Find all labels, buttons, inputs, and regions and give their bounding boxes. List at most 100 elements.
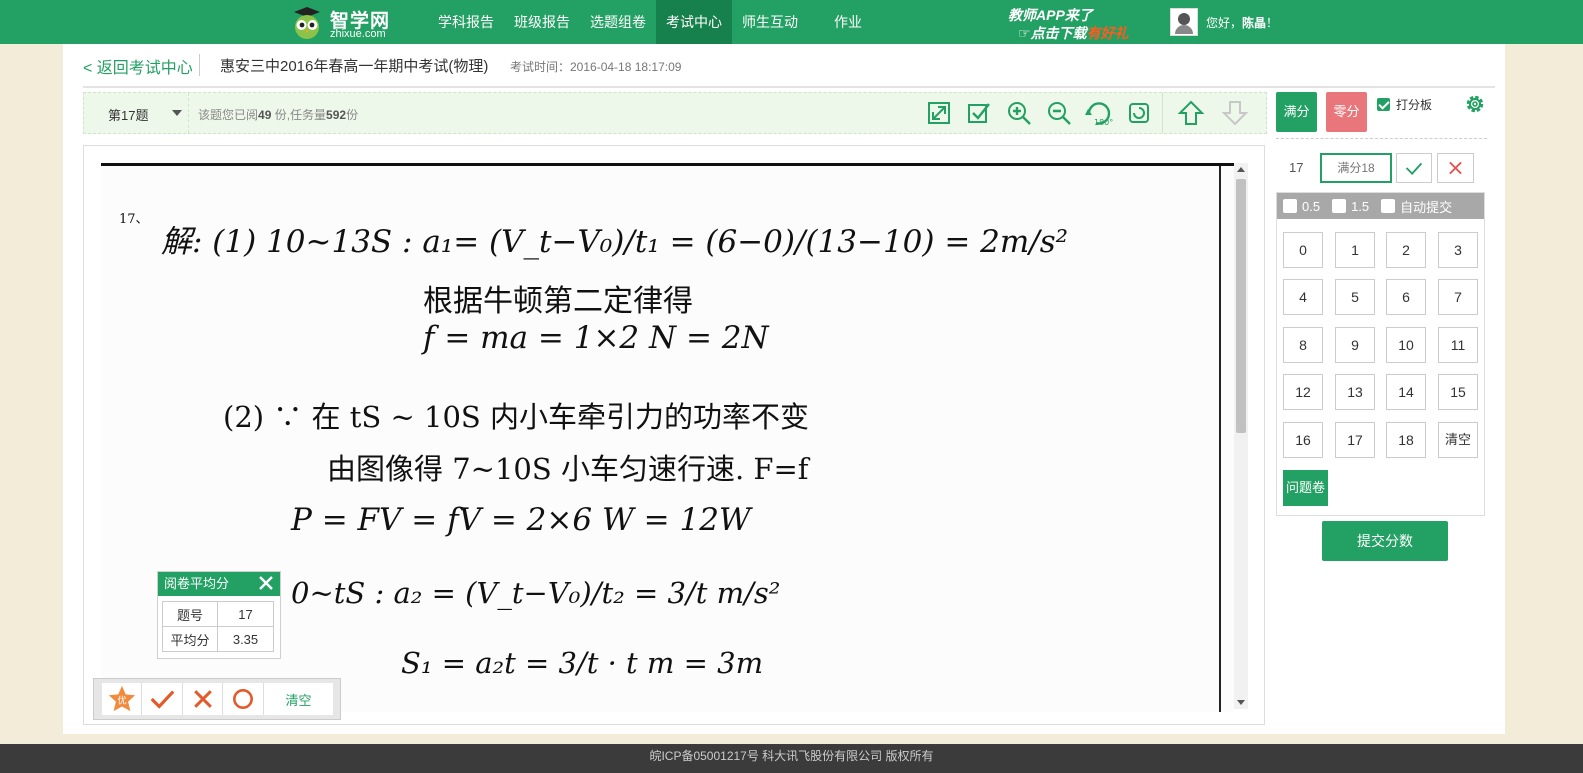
answer-line-5: 由图像得 7~10S 小车匀速行速. F=f [327, 452, 809, 486]
svg-text:180°: 180° [1094, 118, 1113, 127]
rotate-180-icon[interactable]: 180° [1084, 98, 1114, 128]
answer-line-1: 解: (1) 10~13S : a₁= (V_t−V₀)/t₁ = (6−0)/… [161, 224, 1069, 260]
nav-item-interaction[interactable]: 师生互动 [732, 0, 808, 44]
key-7[interactable]: 7 [1438, 279, 1478, 315]
submit-score-button[interactable]: 提交分数 [1322, 521, 1448, 561]
key-14[interactable]: 14 [1386, 374, 1426, 410]
key-16[interactable]: 16 [1283, 422, 1323, 458]
tick-icon [1405, 162, 1423, 175]
zero-score-button[interactable]: 零分 [1326, 92, 1367, 132]
arrow-down-icon[interactable] [1220, 98, 1250, 128]
scroll-down-icon[interactable] [1237, 700, 1245, 705]
score-board-label: 打分板 [1396, 98, 1433, 112]
promo-line1: 教师APP来了 [1008, 7, 1093, 23]
confirm-score-button[interactable] [1396, 153, 1432, 183]
nav-item-paper-builder[interactable]: 选题组卷 [580, 0, 656, 44]
nav-item-subject-report[interactable]: 学科报告 [428, 0, 504, 44]
score-board-checkbox[interactable] [1377, 98, 1390, 111]
hand-pointer-icon: ☞ [1018, 25, 1031, 41]
site-logo[interactable]: 智学网 zhixue.com [290, 4, 410, 42]
gear-icon[interactable] [1463, 92, 1487, 116]
tick-icon[interactable] [142, 683, 183, 715]
scrollbar-thumb[interactable] [1236, 179, 1246, 433]
vertical-scrollbar[interactable] [1234, 163, 1248, 709]
key-15[interactable]: 15 [1438, 374, 1478, 410]
average-score-popup: 阅卷平均分 题号 17 平均分 3.35 [157, 571, 281, 659]
average-table: 题号 17 平均分 3.35 [162, 601, 274, 652]
cross-icon[interactable] [183, 683, 224, 715]
key-3[interactable]: 3 [1438, 232, 1478, 268]
problem-paper-button[interactable]: 问题卷 [1283, 470, 1328, 506]
key-4[interactable]: 4 [1283, 279, 1323, 315]
scroll-up-icon[interactable] [1237, 167, 1245, 172]
read-progress-text: 该题您已阅49 份,任务量592份 [198, 108, 359, 122]
app-promo-banner[interactable]: 教师APP来了 ☞点击下载有好礼 [1008, 5, 1148, 41]
close-icon [1449, 161, 1462, 175]
score-board-toggle[interactable]: 打分板 [1377, 96, 1432, 113]
clear-marks-button[interactable]: 清空 [264, 683, 333, 715]
user-name: 陈晶 [1242, 15, 1267, 30]
excellent-star-icon[interactable]: 优 [102, 683, 143, 715]
check-square-icon[interactable] [964, 98, 994, 128]
average-popup-header: 阅卷平均分 [158, 572, 280, 596]
nav-item-class-report[interactable]: 班级报告 [504, 0, 580, 44]
key-6[interactable]: 6 [1386, 279, 1426, 315]
zoom-out-icon[interactable] [1044, 98, 1074, 128]
half-point-checkbox[interactable] [1283, 199, 1297, 213]
average-value: 3.35 [217, 626, 274, 652]
avatar[interactable] [1170, 8, 1198, 36]
svg-text:优: 优 [117, 695, 126, 707]
key-1[interactable]: 1 [1335, 232, 1375, 268]
score-input[interactable] [1320, 153, 1392, 183]
answer-line-8: S₁ = a₂t = 3/t · t m = 3m [401, 646, 764, 680]
zoom-in-icon[interactable] [1004, 98, 1034, 128]
nav-item-homework[interactable]: 作业 [808, 0, 872, 44]
rotate-icon[interactable] [1124, 98, 1154, 128]
key-5[interactable]: 5 [1335, 279, 1375, 315]
chevron-down-icon [172, 110, 182, 116]
option-auto-submit[interactable]: 自动提交 [1381, 197, 1452, 216]
one-half-point-checkbox[interactable] [1332, 199, 1347, 213]
main-nav: 学科报告 班级报告 选题组卷 考试中心 师生互动 作业 [428, 0, 872, 44]
key-8[interactable]: 8 [1283, 327, 1323, 363]
key-9[interactable]: 9 [1335, 327, 1375, 363]
auto-submit-checkbox[interactable] [1381, 199, 1396, 213]
user-greeting: 您好， [1206, 15, 1243, 30]
right-divider [1276, 138, 1487, 139]
answer-question-number: 17、 [119, 212, 149, 227]
key-13[interactable]: 13 [1335, 374, 1375, 410]
back-to-exam-center-link[interactable]: < 返回考试中心 [83, 54, 193, 78]
expand-icon[interactable] [924, 98, 954, 128]
key-2[interactable]: 2 [1386, 232, 1426, 268]
key-17[interactable]: 17 [1335, 422, 1375, 458]
close-icon[interactable] [258, 575, 274, 591]
key-11[interactable]: 11 [1438, 327, 1478, 363]
keypad-options: 0.5 1.5 自动提交 [1277, 193, 1484, 219]
table-row: 平均分 3.35 [162, 626, 274, 652]
toolbar-divider [1162, 93, 1163, 133]
average-popup-title: 阅卷平均分 [164, 576, 230, 591]
question-select[interactable]: 第17题 [84, 93, 189, 133]
key-clear[interactable]: 清空 [1438, 422, 1478, 458]
arrow-up-icon[interactable] [1176, 98, 1206, 128]
key-12[interactable]: 12 [1283, 374, 1323, 410]
key-10[interactable]: 10 [1386, 327, 1426, 363]
header-divider [199, 54, 200, 76]
option-half-point[interactable]: 0.5 [1283, 199, 1320, 214]
user-info[interactable]: 您好， 陈晶！ [1170, 8, 1278, 36]
mark-toolbar-inner: 优 清空 [102, 683, 333, 715]
promo-highlight: 有好礼 [1086, 25, 1129, 41]
answer-line-7: 0~tS : a₂ = (V_t−V₀)/t₂ = 3/t m/s² [291, 576, 781, 610]
full-score-button[interactable]: 满分 [1276, 92, 1317, 132]
owl-logo-icon [294, 7, 320, 39]
footer-copyright: 皖ICP备05001217号 科大讯飞股份有限公司 版权所有 [649, 749, 934, 763]
score-question-number: 17 [1289, 160, 1304, 175]
exam-title: 惠安三中2016年春高一年期中考试(物理) [220, 58, 489, 75]
average-key: 题号 [162, 601, 218, 627]
nav-item-exam-center[interactable]: 考试中心 [656, 0, 732, 44]
circle-icon[interactable] [223, 683, 264, 715]
option-one-half-point[interactable]: 1.5 [1332, 199, 1369, 214]
key-0[interactable]: 0 [1283, 232, 1323, 268]
key-18[interactable]: 18 [1386, 422, 1426, 458]
cancel-score-button[interactable] [1437, 153, 1474, 183]
